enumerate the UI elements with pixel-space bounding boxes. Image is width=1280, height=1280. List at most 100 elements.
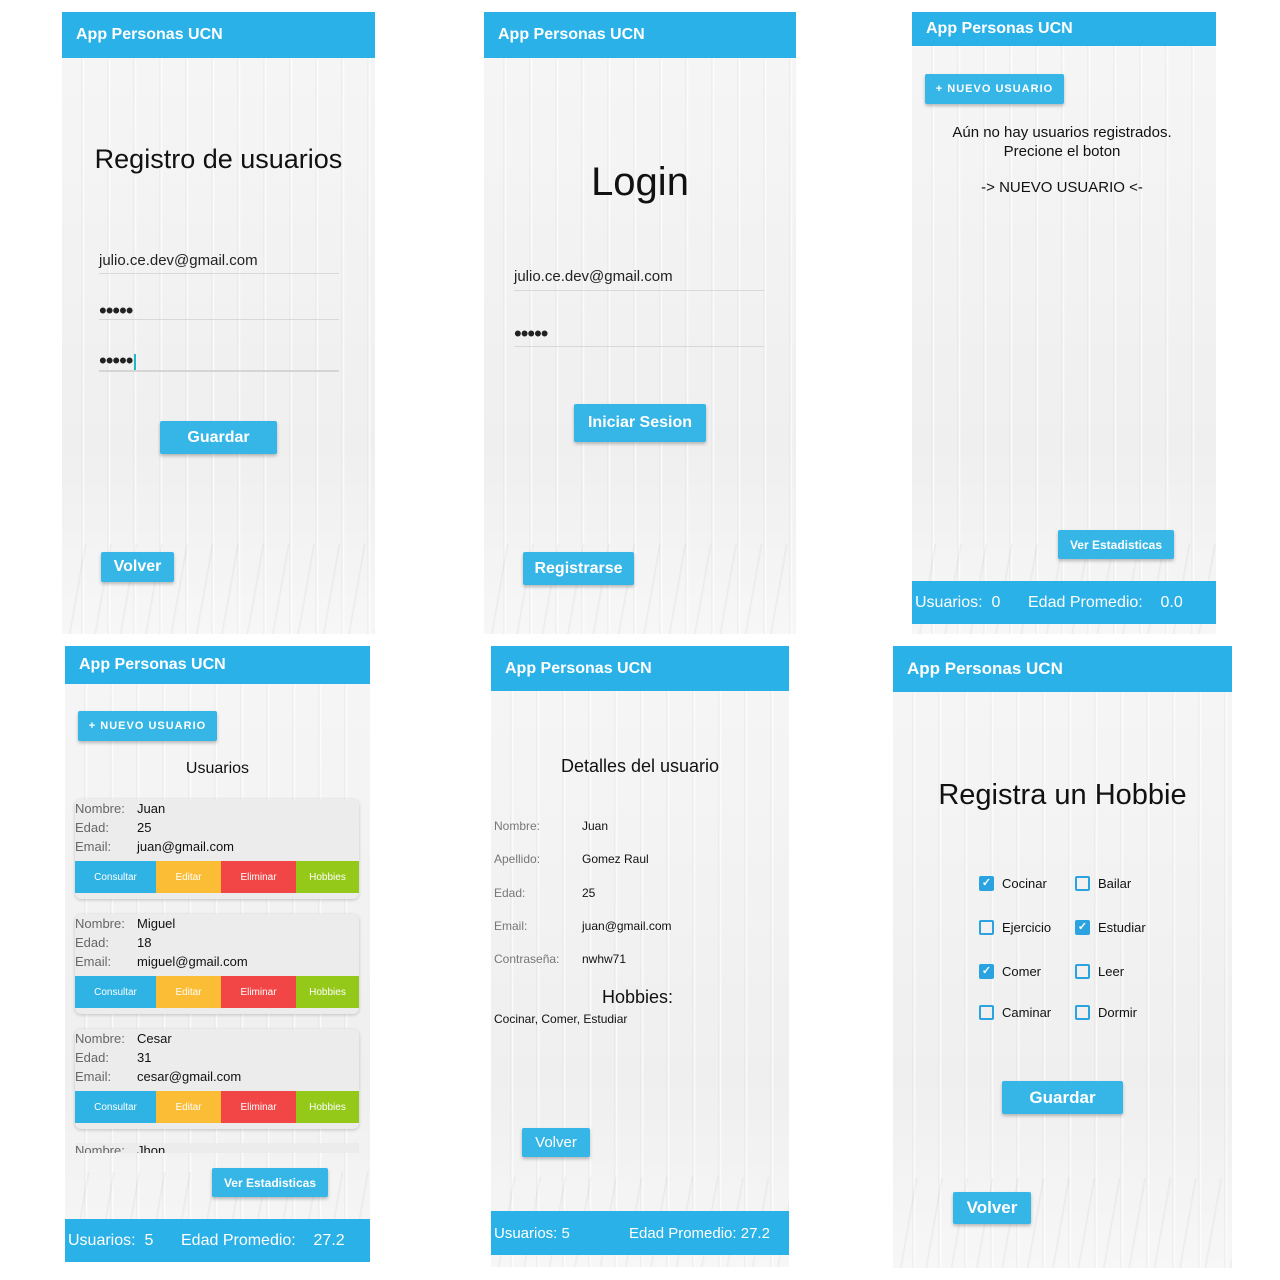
back-button[interactable]: Volver [953,1192,1031,1224]
empty-message-line2: Precione el boton [1003,143,1121,160]
save-button[interactable]: Guardar [1002,1081,1123,1114]
app-title: App Personas UCN [907,659,1063,678]
app-bar: App Personas UCN [491,646,789,691]
password-field[interactable]: ••••• [514,323,764,347]
hobby-checkbox[interactable]: Dormir [1075,1005,1137,1020]
app-bar: App Personas UCN [62,12,375,58]
app-title: App Personas UCN [926,20,1073,37]
user-card: Nombre: Jhon [75,1143,359,1153]
app-title: App Personas UCN [76,26,223,43]
delete-button[interactable]: Eliminar [221,1091,296,1123]
name-label: Nombre: [75,916,125,931]
hobby-label: Bailar [1098,876,1132,891]
confirm-password-field[interactable]: ••••• [99,350,339,372]
detail-label: Email: [494,919,528,933]
name-label: Nombre: [75,1031,125,1046]
edit-button[interactable]: Editar [156,976,221,1008]
login-screen: App Personas UCN Login julio.ce.dev@gmai… [484,12,796,634]
delete-button[interactable]: Eliminar [221,861,296,893]
footer-users: Usuarios: 5 [68,1231,154,1249]
checkbox-icon: ✓ [979,876,994,891]
back-button[interactable]: Volver [101,552,174,582]
edit-button[interactable]: Editar [156,1091,221,1123]
registro-screen: App Personas UCN Registro de usuarios ju… [62,12,375,634]
age-label: Edad: [75,935,109,950]
password-field[interactable]: ••••• [99,300,339,322]
footer-age: Edad Promedio: 27.2 [629,1224,770,1242]
stats-button[interactable]: Ver Estadisticas [212,1168,328,1197]
checkbox-icon [1075,876,1090,891]
details-screen: App Personas UCN Detalles del usuario No… [491,646,789,1267]
email-label: Email: [75,1069,112,1084]
detail-label: Contraseña: [494,952,560,966]
consult-button[interactable]: Consultar [75,976,156,1008]
stats-button[interactable]: Ver Estadisticas [1058,530,1174,559]
empty-list-screen: App Personas UCN + NUEVO USUARIO Aún no … [912,12,1216,634]
hobby-checkbox[interactable]: Bailar [1075,876,1131,891]
new-user-button[interactable]: + NUEVO USUARIO [925,74,1064,104]
detail-value: 25 [582,886,596,900]
consult-button[interactable]: Consultar [75,861,156,893]
hobbies-heading: Hobbies: [602,987,674,1007]
register-button[interactable]: Registrarse [523,552,634,585]
app-bar: App Personas UCN [893,646,1232,692]
hobbies-button[interactable]: Hobbies [296,861,359,893]
app-title: App Personas UCN [505,659,652,677]
hobbies-value: Cocinar, Comer, Estudiar [494,1012,628,1026]
hobby-label: Estudiar [1098,920,1146,935]
hobby-checkbox[interactable]: Caminar [979,1005,1051,1020]
user-list-screen: App Personas UCN + NUEVO USUARIO Usuario… [65,646,370,1262]
back-button[interactable]: Volver [522,1128,590,1157]
consult-button[interactable]: Consultar [75,1091,156,1123]
user-email: cesar@gmail.com [137,1069,242,1084]
footer-users: Usuarios: 5 [494,1224,570,1242]
page-title: Registro de usuarios [94,144,343,174]
login-button[interactable]: Iniciar Sesion [574,404,706,442]
checkbox-icon [1075,964,1090,979]
new-user-button[interactable]: + NUEVO USUARIO [78,711,217,741]
stats-footer: Usuarios: 5 Edad Promedio: 27.2 [491,1211,789,1255]
detail-value: juan@gmail.com [582,919,672,933]
user-card: Nombre: Juan Edad: 25 Email: juan@gmail.com… [75,799,359,899]
save-button[interactable]: Guardar [160,421,277,454]
checkbox-icon [979,1005,994,1020]
hobbies-screen: App Personas UCN Registra un Hobbie ✓ Coc… [893,646,1232,1268]
footer-users: Usuarios: 0 [915,593,1001,611]
hobby-checkbox[interactable]: ✓ Comer [979,964,1041,979]
name-label: Nombre: [75,1143,125,1153]
hobbies-button[interactable]: Hobbies [296,1091,359,1123]
page-title: Detalles del usuario [560,756,720,776]
footer-age: Edad Promedio: 27.2 [181,1231,345,1249]
hobby-checkbox[interactable]: ✓ Estudiar [1075,920,1146,935]
delete-button[interactable]: Eliminar [221,976,296,1008]
app-title: App Personas UCN [498,26,645,43]
edit-button[interactable]: Editar [156,861,221,893]
user-name: Miguel [137,916,176,931]
user-name: Cesar [137,1031,172,1046]
hobby-checkbox[interactable]: Leer [1075,964,1124,979]
hobby-label: Comer [1002,964,1042,979]
detail-value: Juan [582,819,609,833]
confirm-password-value: ••••• [99,348,134,373]
checkbox-icon [979,920,994,935]
email-label: Email: [75,839,112,854]
email-label: Email: [75,954,112,969]
stats-footer: Usuarios: 5 Edad Promedio: 27.2 [65,1219,370,1262]
age-label: Edad: [75,820,109,835]
hobby-checkbox[interactable]: Ejercicio [979,920,1051,935]
app-bar: App Personas UCN [65,646,370,684]
detail-label: Nombre: [494,819,541,833]
email-field[interactable]: julio.ce.dev@gmail.com [514,268,764,291]
detail-value: Gomez Raul [582,852,649,866]
hobby-label: Caminar [1002,1005,1052,1020]
hobbies-button[interactable]: Hobbies [296,976,359,1008]
hobby-checkbox[interactable]: ✓ Cocinar [979,876,1047,891]
empty-message: Aún no hay usuarios registrados. Precion… [912,123,1212,197]
user-name: Juan [137,801,166,816]
app-bar: App Personas UCN [484,12,796,58]
hobby-label: Dormir [1098,1005,1137,1020]
user-age: 18 [137,935,152,950]
email-field[interactable]: julio.ce.dev@gmail.com [99,252,339,274]
user-age: 25 [137,820,152,835]
hobby-label: Cocinar [1002,876,1047,891]
